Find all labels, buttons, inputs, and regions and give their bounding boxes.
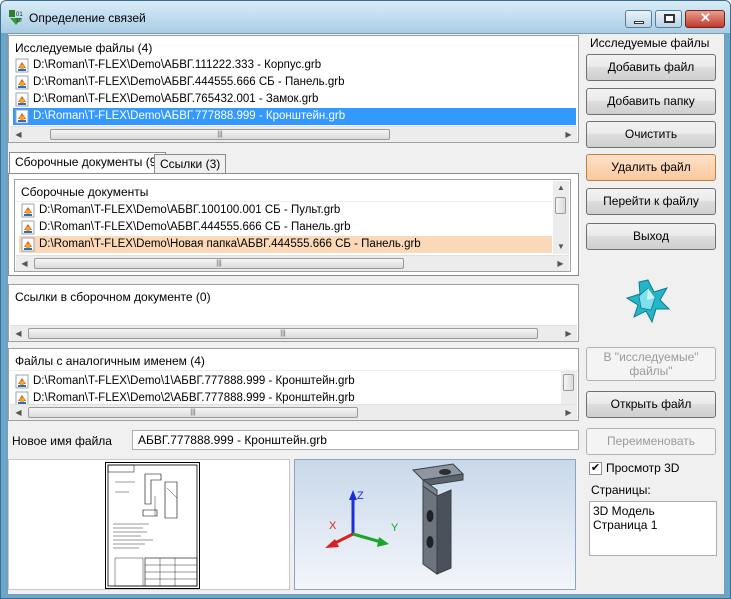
assembly-doc-row-label: D:\Roman\T-FLEX\Demo\Новая папка\АБВГ.44…: [39, 238, 421, 250]
scroll-thumb[interactable]: |||: [50, 129, 390, 140]
similar-files-vscroll[interactable]: ▲: [561, 371, 577, 405]
studied-file-row-label: D:\Roman\T-FLEX\Demo\АБВГ.444555.666 СБ …: [33, 76, 345, 88]
studied-files-header: Исследуемые файлы (4): [9, 36, 578, 58]
studied-files-panel: Исследуемые файлы (4) D:\Roman\T-FLEX\De…: [8, 35, 579, 143]
scroll-left-icon[interactable]: ◀: [10, 127, 27, 143]
grb-file-icon: [21, 203, 35, 218]
clear-button[interactable]: Очистить: [586, 121, 716, 148]
maximize-button[interactable]: [655, 10, 682, 28]
assembly-doc-row[interactable]: D:\Roman\T-FLEX\Demo\АБВГ.444555.666 СБ …: [19, 219, 552, 236]
window-title: Определение связей: [29, 11, 146, 25]
title-bar: 01 10 Определение связей ✕: [1, 1, 730, 33]
scroll-left-icon[interactable]: ◀: [10, 326, 27, 342]
scroll-thumb[interactable]: |||: [28, 407, 358, 418]
scroll-down-icon[interactable]: ▼: [553, 240, 569, 254]
assembly-docs-header: Сборочные документы: [15, 180, 570, 202]
assembly-doc-row[interactable]: D:\Roman\T-FLEX\Demo\Новая папка\АБВГ.44…: [19, 236, 552, 253]
page-item[interactable]: 3D Модель: [593, 504, 713, 518]
add-folder-button[interactable]: Добавить папку: [586, 88, 716, 115]
y-axis-label: Y: [391, 522, 399, 534]
new-name-label: Новое имя файла: [12, 434, 112, 448]
scroll-thumb[interactable]: [555, 197, 566, 214]
scroll-right-icon[interactable]: ▶: [560, 405, 577, 421]
page-item[interactable]: Страница 1: [593, 518, 713, 532]
assembly-doc-row[interactable]: D:\Roman\T-FLEX\Demo\АБВГ.100100.001 СБ …: [19, 202, 552, 219]
scroll-thumb[interactable]: [563, 374, 574, 391]
similar-file-row-label: D:\Roman\T-FLEX\Demo\2\АБВГ.777888.999 -…: [33, 392, 355, 404]
grb-file-icon: [15, 92, 29, 107]
scroll-thumb[interactable]: |||: [28, 328, 538, 339]
side-group-title: Исследуемые файлы: [590, 36, 710, 50]
links-in-doc-header: Ссылки в сборочном документе (0): [9, 285, 578, 307]
grb-file-icon: [21, 220, 35, 235]
similar-files-hscroll[interactable]: ◀ ||| ▶: [10, 404, 577, 420]
exit-button[interactable]: Выход: [586, 223, 716, 250]
preview-3d-label[interactable]: Просмотр 3D: [606, 461, 679, 475]
links-hscroll[interactable]: ◀ ||| ▶: [10, 325, 577, 341]
similar-files-header: Файлы с аналогичным именем (4): [9, 349, 578, 371]
new-name-input[interactable]: АБВГ.777888.999 - Кронштейн.grb: [132, 430, 579, 450]
similar-file-row[interactable]: D:\Roman\T-FLEX\Demo\1\АБВГ.777888.999 -…: [13, 373, 359, 390]
to-studied-button[interactable]: В "исследуемые" файлы": [586, 347, 716, 381]
scroll-left-icon[interactable]: ◀: [10, 405, 27, 421]
grb-file-icon: [15, 75, 29, 90]
model-3d-viewport[interactable]: Z X Y: [294, 459, 576, 590]
model-3d-icon: [325, 463, 465, 575]
add-file-button[interactable]: Добавить файл: [586, 54, 716, 81]
studied-file-row-label: D:\Roman\T-FLEX\Demo\АБВГ.765432.001 - З…: [33, 93, 319, 105]
studied-file-row[interactable]: D:\Roman\T-FLEX\Demo\АБВГ.777888.999 - К…: [13, 108, 576, 125]
studied-file-row[interactable]: D:\Roman\T-FLEX\Demo\АБВГ.111222.333 - К…: [13, 57, 576, 74]
similar-file-row-label: D:\Roman\T-FLEX\Demo\1\АБВГ.777888.999 -…: [33, 375, 355, 387]
studied-files-hscroll[interactable]: ◀ ||| ▶: [10, 126, 577, 142]
assembly-docs-vscroll[interactable]: ▲ ▼: [553, 181, 569, 254]
x-axis-label: X: [329, 520, 337, 532]
delete-file-button[interactable]: Удалить файл: [586, 154, 716, 181]
go-to-file-button[interactable]: Перейти к файлу: [586, 188, 716, 215]
rename-button[interactable]: Переименовать: [586, 428, 716, 455]
z-axis-label: Z: [357, 490, 364, 502]
to-studied-label-2: файлы": [629, 364, 673, 378]
close-icon: ✕: [700, 10, 711, 25]
tab-links[interactable]: Ссылки (3): [154, 154, 227, 174]
tab-content: Сборочные документы D:\Roman\T-FLEX\Demo…: [8, 173, 579, 276]
links-in-doc-panel: Ссылки в сборочном документе (0) ◀ ||| ▶: [8, 284, 579, 342]
maximize-icon: [664, 14, 675, 23]
studied-file-row-label: D:\Roman\T-FLEX\Demo\АБВГ.111222.333 - К…: [33, 59, 322, 71]
studied-file-row[interactable]: D:\Roman\T-FLEX\Demo\АБВГ.444555.666 СБ …: [13, 74, 576, 91]
grb-file-icon: [21, 237, 35, 252]
grb-file-icon: [15, 58, 29, 73]
grb-file-icon: [15, 374, 29, 389]
app-icon: 01 10: [9, 10, 23, 25]
pages-label: Страницы:: [591, 483, 651, 497]
svg-text:10: 10: [16, 18, 22, 24]
to-studied-label: В "исследуемые": [603, 350, 699, 364]
checkmark-icon: ✔: [590, 462, 601, 474]
assembly-docs-panel: Сборочные документы D:\Roman\T-FLEX\Demo…: [14, 179, 571, 272]
minimize-icon: [634, 21, 644, 24]
studied-file-row[interactable]: D:\Roman\T-FLEX\Demo\АБВГ.765432.001 - З…: [13, 91, 576, 108]
drawing-preview: [8, 459, 290, 590]
main-window: 01 10 Определение связей ✕ Исследуемые ф…: [0, 0, 731, 599]
scroll-right-icon[interactable]: ▶: [560, 127, 577, 143]
scroll-up-icon[interactable]: ▲: [553, 181, 569, 195]
drawing-thumbnail-icon: [105, 462, 200, 589]
star-logo-icon: [625, 279, 671, 324]
minimize-button[interactable]: [625, 10, 652, 28]
scroll-thumb[interactable]: |||: [34, 258, 404, 269]
preview-3d-checkbox[interactable]: ✔: [589, 462, 602, 475]
scroll-right-icon[interactable]: ▶: [552, 256, 569, 272]
assembly-doc-row-label: D:\Roman\T-FLEX\Demo\АБВГ.100100.001 СБ …: [39, 204, 341, 216]
close-button[interactable]: ✕: [685, 10, 725, 28]
pages-list[interactable]: 3D Модель Страница 1: [589, 501, 717, 556]
assembly-doc-row-label: D:\Roman\T-FLEX\Demo\АБВГ.444555.666 СБ …: [39, 221, 351, 233]
similar-files-panel: Файлы с аналогичным именем (4) D:\Roman\…: [8, 348, 579, 421]
open-file-button[interactable]: Открыть файл: [586, 391, 716, 418]
scroll-right-icon[interactable]: ▶: [560, 326, 577, 342]
grb-file-icon: [15, 109, 29, 124]
assembly-docs-hscroll[interactable]: ◀ ||| ▶: [16, 255, 569, 271]
tab-assembly-docs[interactable]: Сборочные документы (9): [9, 152, 167, 174]
studied-file-row-label: D:\Roman\T-FLEX\Demo\АБВГ.777888.999 - К…: [33, 110, 346, 122]
scroll-left-icon[interactable]: ◀: [16, 256, 33, 272]
